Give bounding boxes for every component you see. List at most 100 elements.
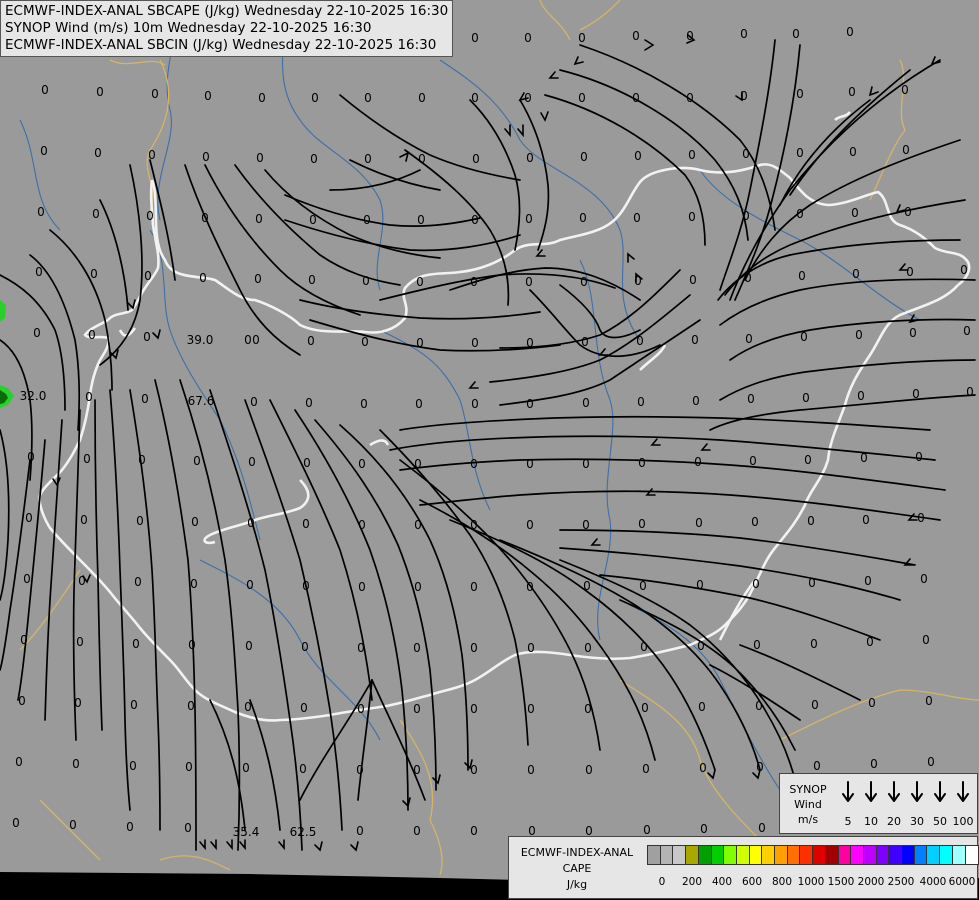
value-label: 32.0 <box>20 389 47 403</box>
value-label: 0 <box>33 326 41 340</box>
value-label: 0 <box>642 762 650 776</box>
value-label: 0 <box>751 515 759 529</box>
value-label: 0 <box>360 397 368 411</box>
value-label: 0 <box>688 210 696 224</box>
wind-speed-label: 50 <box>933 815 947 828</box>
wind-speed-label: 5 <box>844 815 852 828</box>
value-label: 0 <box>909 326 917 340</box>
value-label: 0 <box>76 635 84 649</box>
value-label: 0 <box>35 265 43 279</box>
value-label: 0 <box>358 580 366 594</box>
value-label: 0 <box>966 385 974 399</box>
value-label: 0 <box>25 511 33 525</box>
value-label: 0 <box>695 516 703 530</box>
value-label: 0 <box>41 83 49 97</box>
value-label: 0 <box>638 456 646 470</box>
value-label: 0 <box>744 271 752 285</box>
value-label: 0 <box>584 702 592 716</box>
value-label: 0 <box>798 269 806 283</box>
value-label: 0 <box>526 397 534 411</box>
cape-scale-label: 2500 <box>887 876 915 888</box>
value-label: 0 <box>364 152 372 166</box>
value-label: 0 <box>305 396 313 410</box>
header-line-sbcape: ECMWF-INDEX-ANAL SBCAPE (J/kg) Wednesday… <box>5 3 449 19</box>
value-label: 0 <box>413 641 421 655</box>
value-label: 0 <box>413 702 421 716</box>
wind-speed-item: 30 <box>905 780 929 830</box>
value-label: 0 <box>802 391 810 405</box>
cape-scale-label: 6000 <box>948 876 976 888</box>
cape-scale-label: 1500 <box>827 876 855 888</box>
value-label: 0 <box>252 333 260 347</box>
weather-map[interactable]: 0 0 0 0 0 0 0 0 0 0 0 0 0 0 0 0 0 0 0 0 0 0 0 0 0 0 0 0 0 0 0 0 0 0 0 0 0 0 0 0… <box>0 0 979 900</box>
value-label: 0 <box>796 146 804 160</box>
cape-scale-label: 200 <box>681 876 703 888</box>
header-line-wind: SYNOP Wind (m/s) 10m Wednesday 22-10-202… <box>5 20 372 36</box>
value-label: 0 <box>579 211 587 225</box>
value-label: 0 <box>300 701 308 715</box>
value-label: 0 <box>250 395 258 409</box>
value-label: 0 <box>129 759 137 773</box>
value-label: 0 <box>415 397 423 411</box>
value-label: 0 <box>639 579 647 593</box>
value-label: 0 <box>141 392 149 406</box>
value-label: 0 <box>470 641 478 655</box>
value-label: 0 <box>361 335 369 349</box>
value-label: 0 <box>852 267 860 281</box>
value-label: 0 <box>686 91 694 105</box>
value-label: 0 <box>20 633 28 647</box>
wind-speed-item: 20 <box>882 780 906 830</box>
value-label: 0 <box>40 144 48 158</box>
value-label: 0 <box>418 152 426 166</box>
value-label: 0 <box>69 818 77 832</box>
value-label: 0 <box>862 513 870 527</box>
value-label: 0 <box>632 29 640 43</box>
wind-speed-label: 30 <box>910 815 924 828</box>
value-label: 0 <box>248 455 256 469</box>
value-label: 0 <box>80 513 88 527</box>
value-label: 0 <box>698 700 706 714</box>
value-label: 0 <box>755 699 763 713</box>
value-label: 0 <box>902 143 910 157</box>
value-label: 0 <box>752 577 760 591</box>
value-label: 0 <box>356 824 364 838</box>
value-label: 0 <box>870 757 878 771</box>
value-label: 0 <box>686 29 694 43</box>
value-label: 0 <box>634 274 642 288</box>
value-label: 0 <box>583 579 591 593</box>
value-label: 0 <box>578 31 586 45</box>
value-label: 0 <box>414 457 422 471</box>
value-label: 0 <box>694 455 702 469</box>
value-label: 0 <box>917 511 925 525</box>
value-label: 0 <box>413 763 421 777</box>
value-label: 0 <box>922 633 930 647</box>
value-label: 0 <box>753 638 761 652</box>
value-label: 0 <box>151 87 159 101</box>
value-label: 0 <box>643 823 651 837</box>
value-label: 0 <box>358 457 366 471</box>
value-label: 0 <box>471 213 479 227</box>
value-label: 0 <box>851 206 859 220</box>
value-label: 0 <box>692 394 700 408</box>
value-label: 0 <box>848 85 856 99</box>
value-label: 0 <box>585 763 593 777</box>
header-line-sbcin: ECMWF-INDEX-ANAL SBCIN (J/kg) Wednesday … <box>5 37 437 53</box>
value-label: 0 <box>810 637 818 651</box>
value-label: 0 <box>634 149 642 163</box>
value-label: 0 <box>756 760 764 774</box>
value-label: 0 <box>804 453 812 467</box>
wind-speed-label: 100 <box>952 815 974 828</box>
value-label: 0 <box>88 328 96 342</box>
value-label: 0 <box>357 702 365 716</box>
value-label: 0 <box>584 641 592 655</box>
value-label: 0 <box>254 272 262 286</box>
wind-speed-item: 5 <box>836 780 860 830</box>
wind-legend-title-line: m/s <box>797 813 819 826</box>
cape-legend-title-line: J/kg <box>566 878 588 891</box>
value-label: 0 <box>311 91 319 105</box>
value-label: 39.0 <box>187 333 214 347</box>
value-label: 0 <box>246 578 254 592</box>
cape-legend-title: ECMWF-INDEX-ANAL CAPE J/kg <box>513 845 641 893</box>
wind-speed-label: 20 <box>887 815 901 828</box>
value-label: 0 <box>915 450 923 464</box>
